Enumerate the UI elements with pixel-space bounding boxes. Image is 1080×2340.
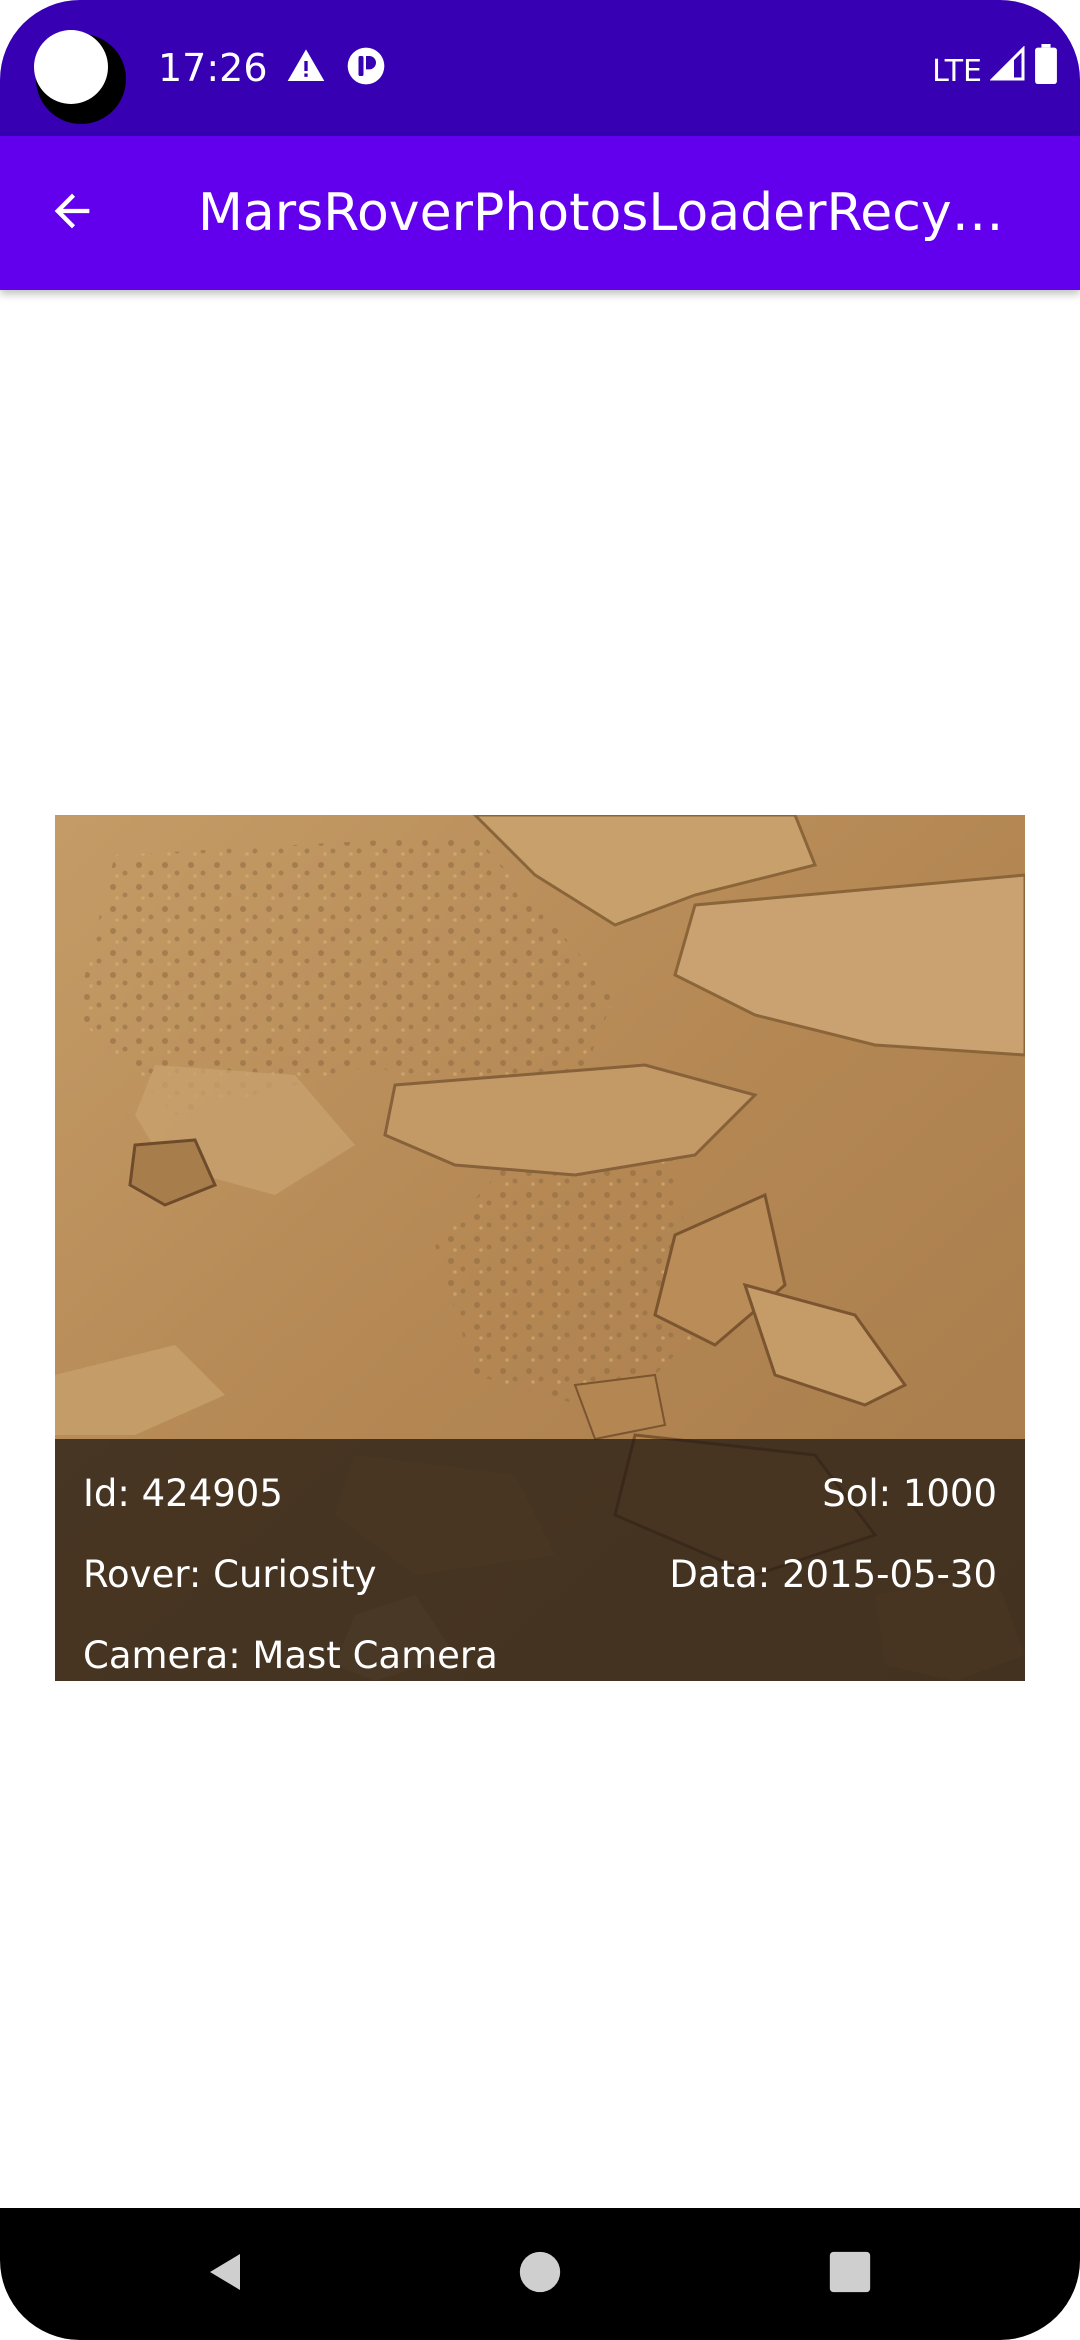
photo-rover: Rover: Curiosity	[83, 1553, 377, 1596]
info-row-rover-date: Rover: Curiosity Data: 2015-05-30	[83, 1550, 997, 1600]
screen: 17:26 LTE MarsRoverPhotosLoaderRecyc… Id…	[0, 0, 1080, 2340]
camera-cutout	[34, 30, 126, 124]
nav-home-icon	[518, 2250, 562, 2298]
nav-bar	[0, 2208, 1080, 2340]
nav-back-button[interactable]	[190, 2238, 262, 2310]
info-row-camera: Camera: Mast Camera	[83, 1631, 997, 1681]
photo-card[interactable]: Id: 424905 Sol: 1000 Rover: Curiosity Da…	[55, 815, 1025, 1681]
nav-recents-icon	[828, 2250, 872, 2298]
status-bar: 17:26 LTE	[0, 0, 1080, 136]
app-title: MarsRoverPhotosLoaderRecyc…	[198, 183, 1018, 243]
status-right-group: LTE	[932, 44, 1058, 99]
back-button[interactable]	[32, 173, 112, 253]
photo-date: Data: 2015-05-30	[669, 1553, 997, 1596]
warning-icon	[286, 46, 326, 90]
status-time: 17:26	[158, 46, 268, 90]
photo-info-overlay: Id: 424905 Sol: 1000 Rover: Curiosity Da…	[55, 1439, 1025, 1681]
nav-recents-button[interactable]	[814, 2238, 886, 2310]
network-type: LTE	[932, 53, 982, 89]
nav-home-button[interactable]	[504, 2238, 576, 2310]
photo-camera: Camera: Mast Camera	[83, 1634, 498, 1677]
info-row-id-sol: Id: 424905 Sol: 1000	[83, 1469, 997, 1519]
battery-icon	[1034, 44, 1058, 99]
photo-sol: Sol: 1000	[822, 1472, 997, 1515]
photo-id: Id: 424905	[83, 1472, 283, 1515]
signal-icon	[989, 45, 1026, 97]
nav-back-icon	[202, 2248, 250, 2300]
notification-app-icon	[346, 46, 386, 90]
app-bar: MarsRoverPhotosLoaderRecyc…	[0, 136, 1080, 290]
arrow-back-icon	[46, 185, 98, 241]
